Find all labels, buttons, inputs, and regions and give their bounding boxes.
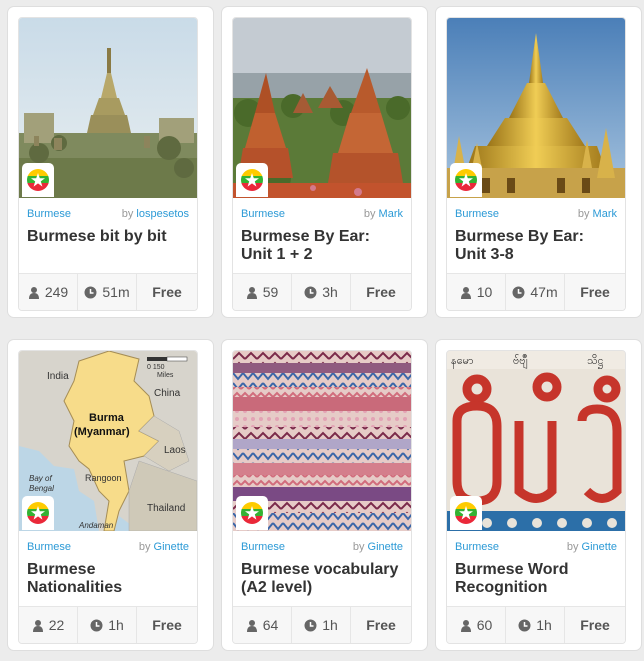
by-label: by xyxy=(121,208,134,220)
course-card[interactable]: Burmese by lospesetos Burmese bit by bit… xyxy=(8,7,213,317)
price-label: Free xyxy=(580,617,610,633)
language-link[interactable]: Burmese xyxy=(455,208,499,220)
course-title[interactable]: Burmese Word Recognition xyxy=(455,561,619,597)
learners-count: 60 xyxy=(476,617,493,633)
time-value: 1h xyxy=(108,617,124,633)
course-title[interactable]: Burmese Nationalities xyxy=(27,561,191,597)
clock-icon xyxy=(518,619,531,631)
author-link[interactable]: Ginette xyxy=(368,541,403,553)
clock-icon xyxy=(304,286,317,298)
myanmar-flag-icon xyxy=(22,163,54,197)
learners-count: 64 xyxy=(262,617,279,633)
time-stat: 1h xyxy=(292,607,351,643)
map-label-thailand: Thailand xyxy=(147,503,185,514)
map-label-andaman: Andaman xyxy=(78,521,114,530)
myanmar-flag-icon xyxy=(450,163,482,197)
time-stat: 1h xyxy=(506,607,565,643)
time-value: 3h xyxy=(322,284,338,300)
time-stat: 3h xyxy=(292,274,351,310)
map-label-india: India xyxy=(47,371,69,382)
map-label-rangoon: Rangoon xyxy=(85,473,122,483)
author-credit: by Mark xyxy=(364,208,403,220)
author-link[interactable]: Ginette xyxy=(582,541,617,553)
price-label: Free xyxy=(152,284,182,300)
course-card[interactable]: နမော ဗ်ဗျဳ သိဋ္ဌ Burmese by Ginette Burm… xyxy=(436,340,641,650)
by-label: by xyxy=(363,208,376,220)
course-title[interactable]: Burmese By Ear: Unit 3-8 xyxy=(455,228,619,264)
language-link[interactable]: Burmese xyxy=(27,208,71,220)
author-link[interactable]: Mark xyxy=(379,208,403,220)
language-link[interactable]: Burmese xyxy=(241,541,285,553)
map-miles-label: Miles xyxy=(157,372,174,379)
by-label: by xyxy=(577,208,590,220)
person-icon xyxy=(460,286,471,299)
time-value: 51m xyxy=(102,284,130,300)
author-link[interactable]: lospesetos xyxy=(136,208,189,220)
person-icon xyxy=(28,286,39,299)
time-stat: 47m xyxy=(506,274,565,310)
by-label: by xyxy=(138,541,151,553)
clock-icon xyxy=(90,619,103,631)
learners-count: 10 xyxy=(476,284,493,300)
learners-stat: 59 xyxy=(233,274,292,310)
by-label: by xyxy=(352,541,365,553)
price-label: Free xyxy=(152,617,182,633)
script-top-left: နမော xyxy=(451,354,473,369)
person-icon xyxy=(246,286,257,299)
map-label-burma: Burma xyxy=(89,412,125,424)
learners-stat: 22 xyxy=(19,607,78,643)
author-credit: by Mark xyxy=(578,208,617,220)
course-card[interactable]: Burmese by Mark Burmese By Ear: Unit 3-8… xyxy=(436,7,641,317)
script-top-right: သိဋ္ဌ xyxy=(587,354,604,369)
clock-icon xyxy=(304,619,317,631)
course-title[interactable]: Burmese bit by bit xyxy=(27,228,191,246)
price-label: Free xyxy=(580,284,610,300)
myanmar-flag-icon xyxy=(450,496,482,530)
person-icon xyxy=(460,619,471,632)
course-title[interactable]: Burmese vocabulary (A2 level) xyxy=(241,561,405,597)
person-icon xyxy=(32,619,43,632)
course-card[interactable]: India China Laos Thailand Rangoon Bay of… xyxy=(8,340,213,650)
learners-stat: 10 xyxy=(447,274,506,310)
time-stat: 51m xyxy=(78,274,137,310)
time-stat: 1h xyxy=(78,607,137,643)
clock-icon xyxy=(84,286,97,298)
person-icon xyxy=(246,619,257,632)
price-label: Free xyxy=(366,284,396,300)
language-link[interactable]: Burmese xyxy=(27,541,71,553)
learners-stat: 249 xyxy=(19,274,78,310)
clock-icon xyxy=(512,286,525,298)
myanmar-flag-icon xyxy=(22,496,54,530)
learners-count: 249 xyxy=(44,284,69,300)
map-label-china: China xyxy=(154,388,181,399)
author-credit: by Ginette xyxy=(567,541,617,553)
course-title[interactable]: Burmese By Ear: Unit 1 + 2 xyxy=(241,228,405,264)
by-label: by xyxy=(566,541,579,553)
map-label-bengal: Bengal xyxy=(29,484,54,493)
author-credit: by Ginette xyxy=(139,541,189,553)
map-scale-label: 0 150 xyxy=(147,364,165,371)
time-value: 1h xyxy=(536,617,552,633)
time-value: 47m xyxy=(530,284,558,300)
script-top-mid: ဗ်ဗျဳ xyxy=(513,354,528,369)
learners-count: 59 xyxy=(262,284,279,300)
author-credit: by Ginette xyxy=(353,541,403,553)
author-credit: by lospesetos xyxy=(122,208,189,220)
course-card[interactable]: Burmese by Ginette Burmese vocabulary (A… xyxy=(222,340,427,650)
learners-stat: 60 xyxy=(447,607,506,643)
map-label-laos: Laos xyxy=(164,445,186,456)
myanmar-flag-icon xyxy=(236,496,268,530)
learners-stat: 64 xyxy=(233,607,292,643)
learners-count: 22 xyxy=(48,617,65,633)
author-link[interactable]: Mark xyxy=(593,208,617,220)
myanmar-flag-icon xyxy=(236,163,268,197)
map-label-bay: Bay of xyxy=(29,474,52,483)
map-label-myanmar: (Myanmar) xyxy=(74,426,130,438)
language-link[interactable]: Burmese xyxy=(455,541,499,553)
time-value: 1h xyxy=(322,617,338,633)
language-link[interactable]: Burmese xyxy=(241,208,285,220)
course-card[interactable]: Burmese by Mark Burmese By Ear: Unit 1 +… xyxy=(222,7,427,317)
price-label: Free xyxy=(366,617,396,633)
author-link[interactable]: Ginette xyxy=(154,541,189,553)
